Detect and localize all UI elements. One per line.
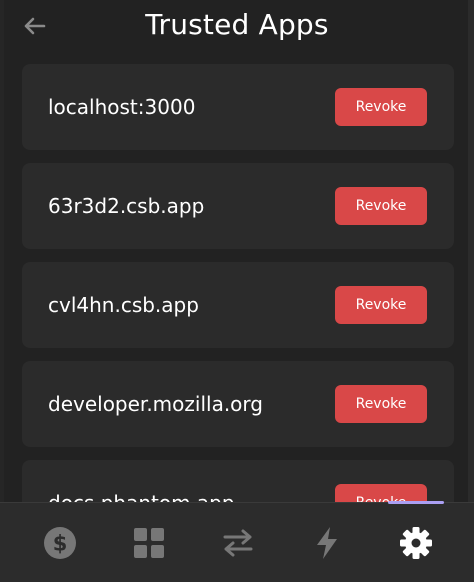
revoke-button[interactable]: Revoke xyxy=(335,385,427,423)
tab-swap[interactable] xyxy=(193,503,282,582)
app-domain: 63r3d2.csb.app xyxy=(48,194,205,218)
revoke-button[interactable]: Revoke xyxy=(335,187,427,225)
trusted-app-item: 63r3d2.csb.app Revoke xyxy=(22,163,454,249)
lightning-icon xyxy=(316,527,337,559)
trusted-app-item: cvl4hn.csb.app Revoke xyxy=(22,262,454,348)
active-tab-indicator xyxy=(387,501,444,504)
app-domain: localhost:3000 xyxy=(48,95,196,119)
trusted-app-item: developer.mozilla.org Revoke xyxy=(22,361,454,447)
tab-activity[interactable] xyxy=(282,503,371,582)
tab-settings[interactable] xyxy=(371,501,460,582)
svg-text:$: $ xyxy=(52,532,67,556)
revoke-button[interactable]: Revoke xyxy=(335,88,427,126)
tab-wallet[interactable]: $ xyxy=(15,503,104,582)
swap-icon xyxy=(223,529,252,557)
tab-collectibles[interactable] xyxy=(104,503,193,582)
trusted-apps-screen: Trusted Apps localhost:3000 Revoke 63r3d… xyxy=(0,0,474,582)
scroll-track[interactable] xyxy=(468,0,474,502)
grid-icon xyxy=(133,528,164,558)
bottom-tab-bar: $ xyxy=(0,501,474,582)
left-edge xyxy=(0,0,4,502)
header: Trusted Apps xyxy=(0,0,474,56)
app-domain: developer.mozilla.org xyxy=(48,392,263,416)
dollar-icon: $ xyxy=(43,527,76,559)
page-title: Trusted Apps xyxy=(145,8,329,41)
trusted-app-item: localhost:3000 Revoke xyxy=(22,64,454,150)
trusted-apps-list: localhost:3000 Revoke 63r3d2.csb.app Rev… xyxy=(22,64,454,559)
gear-icon xyxy=(399,527,432,559)
app-domain: cvl4hn.csb.app xyxy=(48,293,199,317)
revoke-button[interactable]: Revoke xyxy=(335,286,427,324)
